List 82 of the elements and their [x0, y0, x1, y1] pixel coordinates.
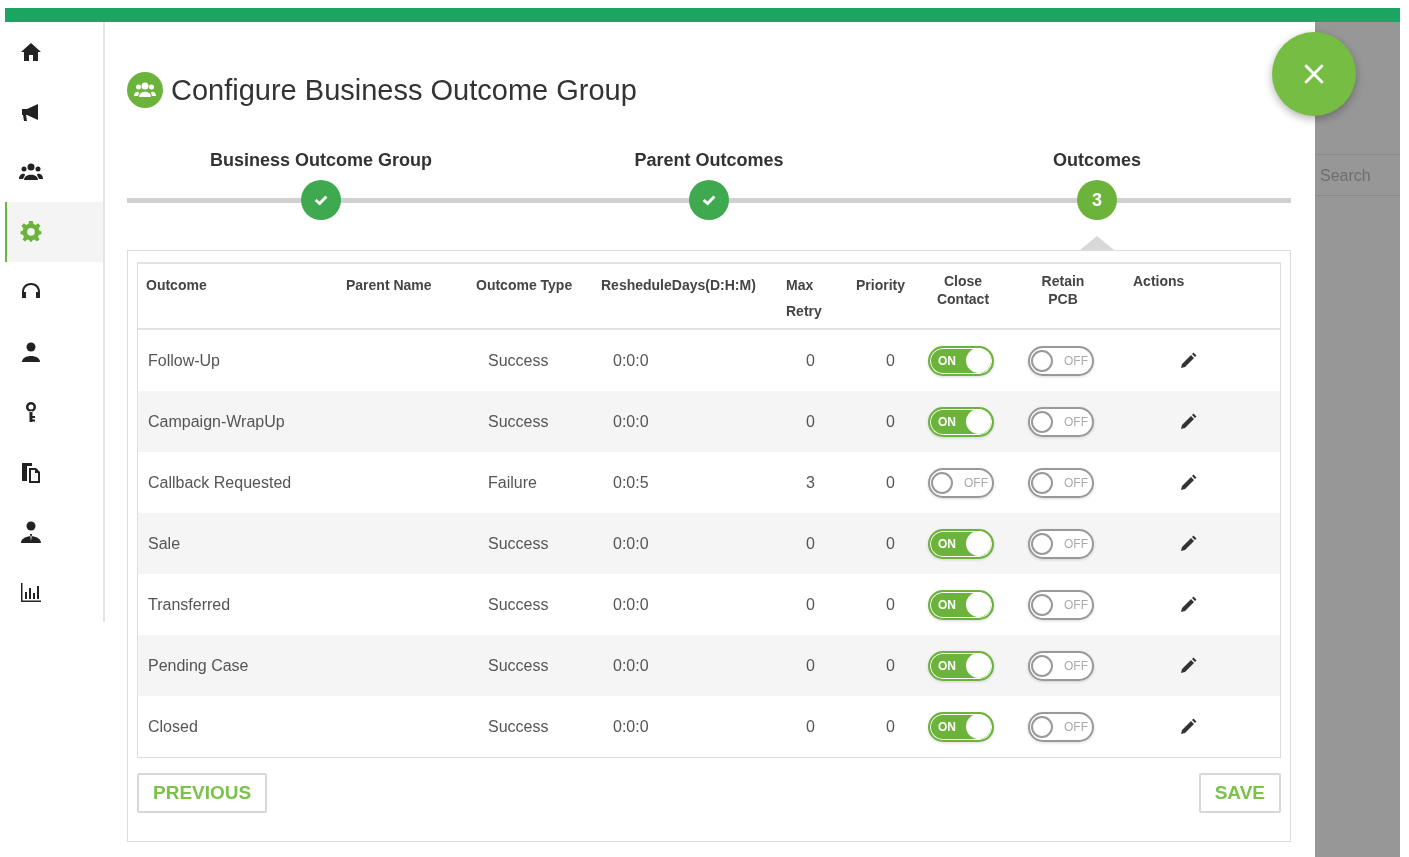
toggle-switch[interactable]: OFF: [1028, 528, 1094, 559]
table-cell-text: Sale: [147, 534, 182, 553]
step-label: Outcomes: [1053, 150, 1141, 172]
edit-icon[interactable]: [1178, 472, 1198, 493]
table-cell-text: 0: [885, 595, 896, 614]
toggle-switch[interactable]: OFF: [1028, 650, 1094, 681]
close-button[interactable]: [1272, 32, 1356, 116]
table-cell-text: Follow-Up: [147, 351, 221, 370]
table-cell-text: Transferred: [147, 595, 232, 614]
column-header: Retain PCB: [1040, 272, 1086, 308]
edit-icon[interactable]: [1178, 533, 1198, 554]
edit-icon[interactable]: [1178, 655, 1198, 676]
column-header: Priority: [855, 276, 906, 294]
table-cell-text: 0: [805, 534, 816, 553]
table-cell-text: 0: [805, 595, 816, 614]
table-cell-text: 0: [805, 412, 816, 431]
toggle-switch[interactable]: OFF: [1028, 589, 1094, 620]
step-number[interactable]: 3: [1077, 180, 1117, 220]
table-cell-text: Pending Case: [147, 656, 250, 675]
save-button[interactable]: SAVE: [1198, 773, 1281, 813]
group-icon: [127, 72, 163, 108]
column-header: Parent Name: [345, 276, 433, 294]
table-cell-text: 0:0:0: [612, 717, 650, 736]
previous-button[interactable]: PREVIOUS: [137, 773, 268, 813]
table-cell-text: 0: [805, 717, 816, 736]
table-cell-text: Failure: [487, 473, 538, 492]
table-cell-text: 0:0:0: [612, 351, 650, 370]
column-header: Close Contact: [935, 272, 991, 308]
table-cell-text: 0:0:0: [612, 656, 650, 675]
user-icon: [19, 340, 43, 364]
edit-icon[interactable]: [1178, 411, 1198, 432]
table-cell-text: Callback Requested: [147, 473, 293, 492]
column-header: Outcome: [145, 276, 208, 294]
toggle-switch[interactable]: OFF: [1028, 345, 1094, 376]
step-label: Parent Outcomes: [634, 150, 784, 172]
bar-chart-icon: [19, 580, 43, 604]
step-check-icon[interactable]: [301, 180, 341, 220]
table-cell-text: Success: [487, 534, 550, 553]
toggle-switch[interactable]: ON: [928, 650, 994, 681]
step-label: Business Outcome Group: [209, 150, 432, 172]
column-header: Actions: [1132, 272, 1186, 290]
table-cell-text: Success: [487, 656, 550, 675]
toggle-switch[interactable]: ON: [928, 345, 994, 376]
table-cell-text: 0: [885, 473, 896, 492]
documents-icon: [19, 460, 43, 484]
home-icon: [19, 40, 43, 64]
toggle-switch[interactable]: ON: [928, 711, 994, 742]
gear-icon: [19, 220, 43, 244]
toggle-switch[interactable]: ON: [928, 528, 994, 559]
toggle-switch[interactable]: OFF: [1028, 406, 1094, 437]
table-cell-text: Success: [487, 717, 550, 736]
column-header: Max Retry: [785, 276, 823, 321]
table-cell-text: 0: [885, 717, 896, 736]
table-cell-text: 0: [885, 412, 896, 431]
table-cell-text: 3: [805, 473, 816, 492]
table-cell-text: Campaign-WrapUp: [147, 412, 286, 431]
table-cell-text: Success: [487, 351, 550, 370]
table-cell-text: 0: [885, 656, 896, 675]
table-cell-text: Closed: [147, 717, 199, 736]
toggle-switch[interactable]: OFF: [1028, 467, 1094, 498]
edit-icon[interactable]: [1178, 716, 1198, 737]
table-cell-text: 0:0:0: [612, 412, 650, 431]
table-cell-text: 0: [805, 351, 816, 370]
toggle-switch[interactable]: ON: [928, 589, 994, 620]
table-cell-text: Success: [487, 412, 550, 431]
dialog-title: Configure Business Outcome Group: [171, 73, 637, 107]
user-tie-icon: [19, 520, 43, 544]
table-cell-text: 0: [805, 656, 816, 675]
table-cell-text: 0:0:0: [612, 595, 650, 614]
column-header: ResheduleDays(D:H:M): [600, 276, 757, 294]
table-cell-text: 0: [885, 351, 896, 370]
edit-icon[interactable]: [1178, 350, 1198, 371]
table-cell-text: 0:0:0: [612, 534, 650, 553]
column-header: Outcome Type: [475, 276, 574, 294]
edit-icon[interactable]: [1178, 594, 1198, 615]
table-cell-text: 0: [885, 534, 896, 553]
toggle-switch[interactable]: OFF: [1028, 711, 1094, 742]
table-cell-text: 0:0:5: [612, 473, 650, 492]
toggle-switch[interactable]: ON: [928, 406, 994, 437]
table-cell-text: Success: [487, 595, 550, 614]
step-check-icon[interactable]: [689, 180, 729, 220]
toggle-switch[interactable]: OFF: [928, 467, 994, 498]
